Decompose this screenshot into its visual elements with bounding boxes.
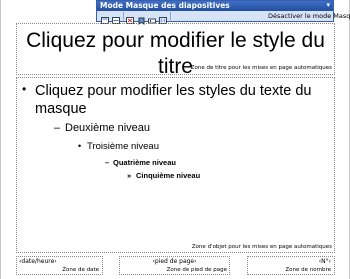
title-zone-label: Zone de titre pour les mises en page aut… <box>190 65 332 71</box>
level3-bullet: • <box>78 141 82 151</box>
title-text[interactable]: Cliquez pour modifier le style du titre <box>17 28 334 80</box>
close-master-view-label: Désactiver le mode Masque <box>268 12 350 20</box>
footer-field[interactable]: ‹pied de page› <box>120 258 229 265</box>
number-placeholder[interactable]: ‹N°› Zone de nombre <box>247 256 335 275</box>
toolbar-body: Désactiver le mode Masque <box>97 11 350 25</box>
body-placeholder[interactable]: • Cliquez pour modifier les styles du te… <box>16 77 335 253</box>
level3-text[interactable]: Troisième niveau <box>87 141 159 152</box>
level2-text[interactable]: Deuxième niveau <box>65 122 150 134</box>
level4-text[interactable]: Quatrième niveau <box>113 158 176 167</box>
insert-title-master-icon[interactable] <box>112 12 121 24</box>
master-layout-icon[interactable] <box>159 12 168 24</box>
level1-text[interactable]: Cliquez pour modifier les styles du text… <box>35 82 325 118</box>
toolbar-separator <box>123 12 124 20</box>
slide-master-toolbar: Mode Masque des diapositives ▾ Désactive… <box>96 0 350 25</box>
slide-number-field[interactable]: ‹N°› <box>319 258 331 265</box>
footer-zone-label: Zone de pied de page <box>166 267 227 273</box>
footer-placeholder[interactable]: ‹pied de page› Zone de pied de page <box>119 256 230 275</box>
toolbar-separator <box>170 12 171 20</box>
date-placeholder[interactable]: ‹date/heure› Zone de date <box>16 256 103 275</box>
level1-bullet: • <box>22 82 27 96</box>
date-zone-label: Zone de date <box>62 267 99 273</box>
delete-master-icon[interactable] <box>126 12 135 24</box>
date-field[interactable]: ‹date/heure› <box>19 258 57 265</box>
level4-bullet: – <box>105 158 110 167</box>
title-placeholder[interactable]: Cliquez pour modifier le style du titre … <box>16 23 335 78</box>
level5-bullet: » <box>127 171 132 180</box>
close-master-view-button[interactable]: Désactiver le mode Masque <box>267 11 350 21</box>
insert-slide-master-icon[interactable] <box>101 12 110 24</box>
level2-bullet: – <box>54 122 61 134</box>
toolbar-options-icon[interactable]: ▾ <box>326 1 330 11</box>
object-zone-label: Zone d'objet pour les mises en page auto… <box>191 244 332 250</box>
preserve-master-icon[interactable] <box>137 12 146 25</box>
toolbar-title[interactable]: Mode Masque des diapositives <box>97 1 333 11</box>
rename-master-icon[interactable] <box>148 12 157 24</box>
level5-text[interactable]: Cinquième niveau <box>136 171 200 180</box>
number-zone-label: Zone de nombre <box>285 267 331 273</box>
